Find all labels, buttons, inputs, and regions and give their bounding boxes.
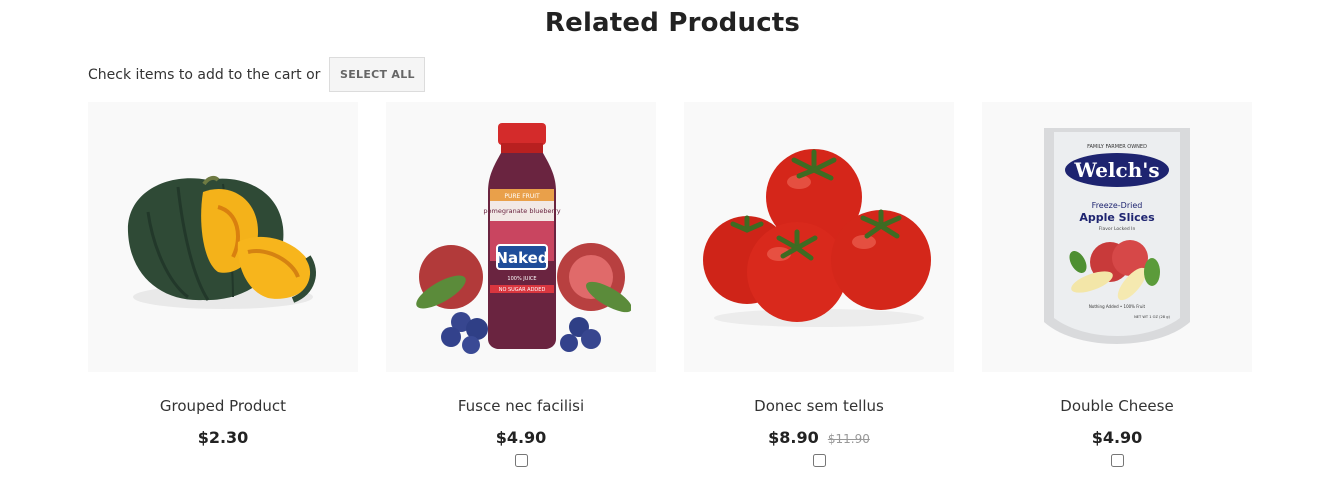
juice-bottle-image: PURE FRUIT pomegranate blueberry Naked 1… — [416, 123, 631, 354]
intro-text: Check items to add to the cart or — [88, 66, 321, 83]
checkbox-row — [982, 452, 1252, 468]
bag-line3: Flavor Locked In — [1099, 226, 1136, 232]
product-image-link[interactable] — [684, 102, 954, 372]
product-name[interactable]: Grouped Product — [88, 397, 358, 417]
product-old-price: $11.90 — [827, 432, 870, 446]
product-card: PURE FRUIT pomegranate blueberry Naked 1… — [386, 102, 656, 468]
product-name[interactable]: Double Cheese — [982, 397, 1252, 417]
price-row: $8.90 $11.90 — [684, 428, 954, 448]
select-all-button[interactable]: SELECT ALL — [329, 57, 426, 92]
checkbox-row — [386, 452, 656, 468]
bag-brand: Welch's — [1073, 158, 1159, 182]
checkbox-row — [684, 452, 954, 468]
product-card: FAMILY FARMER OWNED Welch's Freeze-Dried… — [982, 102, 1252, 468]
bag-weight: NET WT 1 OZ (28 g) — [1134, 315, 1170, 319]
juice-brand: Naked — [495, 249, 548, 267]
price-row: $2.30 — [88, 428, 358, 448]
product-price: $4.90 — [1091, 428, 1143, 447]
product-image-link[interactable]: PURE FRUIT pomegranate blueberry Naked 1… — [386, 102, 656, 372]
product-price: $8.90 — [768, 428, 819, 447]
add-to-cart-checkbox[interactable] — [1110, 454, 1124, 467]
product-card: Grouped Product $2.30 — [88, 102, 358, 448]
price-row: $4.90 — [982, 428, 1252, 448]
product-name[interactable]: Fusce nec facilisi — [386, 397, 656, 417]
product-price: $4.90 — [495, 428, 547, 447]
bag-line2: Apple Slices — [1079, 211, 1155, 224]
tomatoes-image — [703, 149, 931, 327]
apple-slices-bag-image: FAMILY FARMER OWNED Welch's Freeze-Dried… — [1044, 128, 1190, 344]
juice-no-sugar: NO SUGAR ADDED — [499, 287, 546, 293]
juice-flavor-top: PURE FRUIT — [504, 193, 540, 200]
juice-flavor: pomegranate blueberry — [483, 207, 560, 215]
add-to-cart-checkbox[interactable] — [514, 454, 528, 467]
juice-label: 100% JUICE — [507, 276, 536, 282]
price-row: $4.90 — [386, 428, 656, 448]
product-image-link[interactable]: FAMILY FARMER OWNED Welch's Freeze-Dried… — [982, 102, 1252, 372]
bag-footer: Nothing Added • 100% Fruit — [1089, 304, 1146, 309]
product-name[interactable]: Donec sem tellus — [684, 397, 954, 417]
add-to-cart-intro: Check items to add to the cart or SELECT… — [88, 57, 426, 92]
product-image-link[interactable] — [88, 102, 358, 372]
bag-tagline: FAMILY FARMER OWNED — [1087, 144, 1147, 150]
product-price: $2.30 — [197, 428, 249, 447]
pumpkin-image — [127, 175, 316, 309]
add-to-cart-checkbox[interactable] — [812, 454, 826, 467]
section-title: Related Products — [544, 8, 801, 38]
bag-line1: Freeze-Dried — [1092, 201, 1143, 210]
product-card: Donec sem tellus $8.90 $11.90 — [684, 102, 954, 468]
